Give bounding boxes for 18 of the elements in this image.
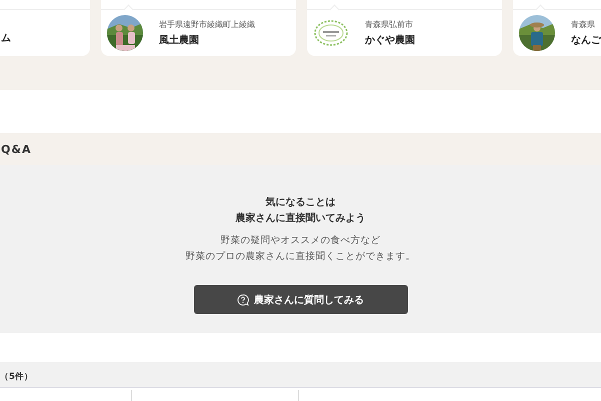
farm-location: 青森県弘前市	[365, 19, 414, 30]
farm-location: 青森県	[571, 19, 596, 30]
question-bubble-icon	[237, 294, 249, 306]
farm-name: 風土農園	[159, 34, 200, 47]
farm-name: かぐや農園	[365, 34, 415, 47]
section-title: Q&A	[1, 142, 32, 156]
qa-description: 野菜の疑問やオススメの食べ方など 野菜のプロの農家さんに直接聞くことができます。	[186, 234, 416, 264]
farm-location: 岩手県遠野市綾織町上綾織	[159, 19, 255, 30]
farm-card[interactable]: 青森県 なんご	[513, 0, 601, 56]
farm-card[interactable]: 岩手県遠野市綾織町上綾織 風土農園	[101, 0, 296, 56]
farm-name: なんご	[571, 34, 601, 47]
farm-name: ム	[1, 32, 11, 44]
farm-card[interactable]: ム	[0, 0, 90, 56]
ask-farmer-button[interactable]: 農家さんに質問してみる	[194, 285, 408, 314]
qa-heading: 気になることは 農家さんに直接聞いてみよう	[236, 196, 366, 226]
wreath-logo-icon	[313, 18, 349, 48]
farm-card[interactable]: 青森県弘前市 かぐや農園	[307, 0, 502, 56]
item-count: （5件）	[0, 371, 33, 383]
